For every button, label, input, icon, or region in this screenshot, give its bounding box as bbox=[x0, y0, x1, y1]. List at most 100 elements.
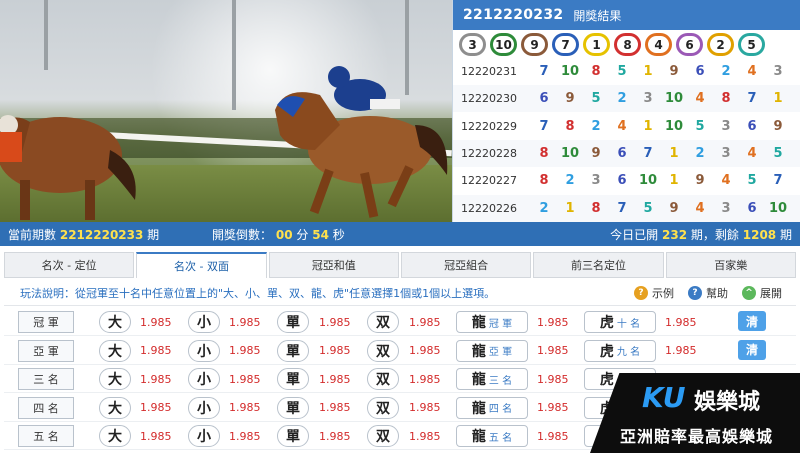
help-link[interactable]: ? 幫助 bbox=[688, 285, 728, 301]
history-row: 12220229 7 8 2 4 1 10 5 3 6 9 bbox=[453, 113, 800, 140]
tiger-label: 虎 bbox=[599, 372, 614, 389]
current-period-label: 當前期數 bbox=[8, 227, 57, 242]
dragon-label: 龍 bbox=[471, 400, 486, 417]
bet-option-small[interactable]: 小 bbox=[188, 368, 220, 391]
dragon-rank: 三 名 bbox=[488, 375, 513, 387]
chevron-up-icon: ^ bbox=[742, 285, 756, 300]
odds-value: 1.985 bbox=[537, 344, 569, 358]
bet-option-big[interactable]: 大 bbox=[99, 425, 131, 448]
bet-option-even[interactable]: 双 bbox=[367, 368, 399, 391]
expand-label: 展開 bbox=[760, 286, 782, 300]
odds-value: 1.985 bbox=[229, 401, 261, 415]
bet-option-even[interactable]: 双 bbox=[367, 339, 399, 362]
dragon-label: 龍 bbox=[471, 315, 486, 331]
tab-two-sides[interactable]: 名次 - 双面 bbox=[136, 252, 267, 278]
tab-top-three[interactable]: 前三名定位 bbox=[533, 252, 664, 278]
bet-option-odd[interactable]: 單 bbox=[277, 339, 309, 362]
bet-option-big[interactable]: 大 bbox=[99, 396, 131, 419]
remaining-count: 1208 bbox=[742, 227, 777, 242]
history-number: 10 bbox=[560, 145, 580, 161]
history-number: 10 bbox=[664, 118, 684, 134]
history-number: 1 bbox=[565, 200, 575, 216]
odds-value: 1.985 bbox=[319, 315, 351, 329]
history-number: 5 bbox=[617, 64, 627, 79]
odds-value: 1.985 bbox=[319, 401, 351, 415]
current-period-info: 當前期數 2212220233 期 bbox=[8, 226, 159, 243]
bet-option-odd[interactable]: 單 bbox=[277, 311, 309, 333]
history-number: 1 bbox=[643, 118, 653, 134]
tab-combo[interactable]: 冠亞組合 bbox=[400, 252, 532, 278]
odds-value: 1.985 bbox=[319, 372, 351, 386]
example-label: 示例 bbox=[652, 286, 674, 300]
history-number: 3 bbox=[591, 173, 601, 189]
result-ball: 1 bbox=[583, 33, 610, 56]
example-link[interactable]: ? 示例 bbox=[634, 285, 674, 301]
history-period: 12220227 bbox=[461, 174, 517, 188]
status-bar: 當前期數 2212220233 期 開獎倒數： 00 分 54 秒 今日已開 2… bbox=[0, 222, 800, 246]
history-number: 3 bbox=[721, 145, 731, 161]
bet-option-odd[interactable]: 單 bbox=[277, 396, 309, 419]
bet-type-tabs: 名次 - 定位 名次 - 双面 冠亞和值 冠亞組合 前三名定位 百家樂 bbox=[4, 252, 796, 278]
bet-option-small[interactable]: 小 bbox=[188, 396, 220, 419]
bet-option-small[interactable]: 小 bbox=[188, 339, 220, 362]
expand-link[interactable]: ^ 展開 bbox=[742, 285, 782, 301]
tiger-label: 虎 bbox=[599, 343, 614, 360]
history-number: 2 bbox=[591, 118, 601, 134]
bet-option-tiger[interactable]: 虎十 名 bbox=[584, 311, 656, 333]
history-number: 8 bbox=[565, 118, 575, 134]
bet-option-small[interactable]: 小 bbox=[188, 425, 220, 448]
rules-hint-bar: 玩法說明：從冠軍至十名中任意位置上的"大、小、單、双、龍、虎"任意選擇1個或1個… bbox=[4, 280, 796, 306]
bet-option-dragon[interactable]: 龍亞 軍 bbox=[456, 339, 528, 362]
countdown-label: 開獎倒數： bbox=[212, 227, 273, 242]
history-number: 7 bbox=[617, 200, 627, 216]
brand-name: 娛樂城 bbox=[694, 390, 761, 415]
history-period: 12220229 bbox=[461, 119, 517, 133]
bet-option-big[interactable]: 大 bbox=[99, 339, 131, 362]
history-number: 7 bbox=[643, 145, 653, 161]
odds-value: 1.985 bbox=[140, 344, 172, 358]
result-ball: 10 bbox=[490, 33, 517, 56]
bet-option-big[interactable]: 大 bbox=[99, 368, 131, 391]
history-number: 2 bbox=[721, 64, 731, 79]
history-number: 3 bbox=[721, 200, 731, 216]
history-number: 2 bbox=[565, 173, 575, 189]
bet-option-even[interactable]: 双 bbox=[367, 311, 399, 333]
tab-baccarat[interactable]: 百家樂 bbox=[665, 252, 796, 278]
history-row: 12220228 8 10 9 6 7 1 2 3 4 5 bbox=[453, 139, 800, 167]
bet-option-dragon[interactable]: 龍四 名 bbox=[456, 396, 528, 419]
remaining-suffix: 期 bbox=[779, 227, 792, 242]
tab-position[interactable]: 名次 - 定位 bbox=[4, 252, 135, 278]
history-number: 6 bbox=[747, 200, 757, 216]
clear-button[interactable]: 清 bbox=[738, 311, 766, 331]
bet-option-odd[interactable]: 單 bbox=[277, 368, 309, 391]
bet-option-tiger[interactable]: 虎九 名 bbox=[584, 339, 656, 362]
history-number: 9 bbox=[695, 173, 705, 189]
history-period: 12220226 bbox=[461, 201, 517, 215]
dragon-rank: 亞 軍 bbox=[488, 347, 513, 359]
odds-value: 1.985 bbox=[537, 401, 569, 415]
bet-option-odd[interactable]: 單 bbox=[277, 425, 309, 448]
bet-option-dragon[interactable]: 龍三 名 bbox=[456, 368, 528, 391]
bet-option-big[interactable]: 大 bbox=[99, 311, 131, 333]
dragon-rank: 冠 軍 bbox=[488, 318, 513, 330]
bet-option-dragon[interactable]: 龍五 名 bbox=[456, 425, 528, 448]
odds-value: 1.985 bbox=[229, 315, 261, 329]
history-number: 10 bbox=[664, 91, 684, 107]
tab-sum[interactable]: 冠亞和值 bbox=[268, 252, 399, 278]
history-row: 12220231 7 10 8 5 1 9 6 2 4 3 bbox=[453, 58, 800, 85]
bet-option-even[interactable]: 双 bbox=[367, 396, 399, 419]
history-number: 8 bbox=[539, 145, 549, 161]
odds-value: 1.985 bbox=[409, 429, 441, 443]
history-number: 3 bbox=[773, 64, 783, 79]
remaining-label: 期，剩餘 bbox=[690, 227, 739, 242]
bet-option-even[interactable]: 双 bbox=[367, 425, 399, 448]
history-number: 2 bbox=[617, 91, 627, 107]
bet-option-dragon[interactable]: 龍冠 軍 bbox=[456, 311, 528, 333]
clear-button[interactable]: 清 bbox=[738, 339, 766, 360]
odds-value: 1.985 bbox=[665, 344, 697, 358]
bet-option-small[interactable]: 小 bbox=[188, 311, 220, 333]
odds-value: 1.985 bbox=[665, 315, 697, 329]
history-number: 4 bbox=[747, 145, 757, 161]
history-number: 8 bbox=[591, 64, 601, 79]
history-period: 12220231 bbox=[461, 65, 517, 78]
